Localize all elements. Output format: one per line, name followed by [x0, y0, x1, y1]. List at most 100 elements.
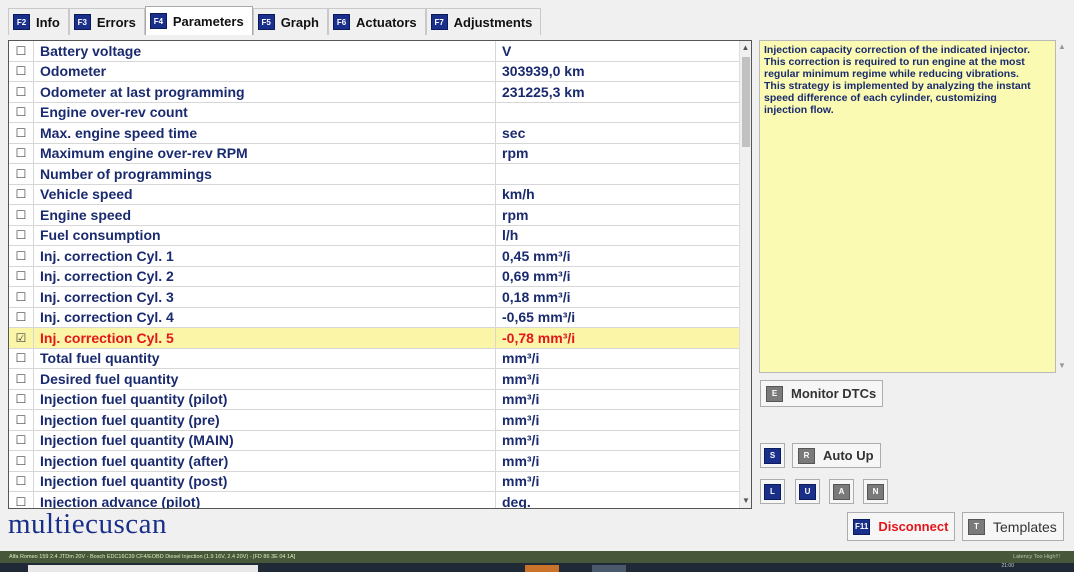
checkbox[interactable]: ☐ [9, 389, 34, 409]
templates-button[interactable]: T Templates [962, 512, 1064, 541]
table-row[interactable]: ☐ Engine speed rpm [9, 205, 740, 226]
table-row[interactable]: ☐ Battery voltage V [9, 41, 740, 62]
parameter-value: V [502, 42, 512, 59]
parameter-value: rpm [502, 206, 529, 223]
a-button[interactable]: A [829, 479, 854, 504]
table-row[interactable]: ☐ Max. engine speed time sec [9, 123, 740, 144]
checkbox[interactable]: ☐ [9, 41, 34, 61]
monitor-dtcs-button[interactable]: E Monitor DTCs [760, 380, 884, 407]
tab-parameters[interactable]: F4 Parameters [144, 6, 253, 35]
parameter-name: Inj. correction Cyl. 5 [34, 328, 496, 348]
checkbox[interactable]: ☐ [9, 348, 34, 368]
scroll-down-icon[interactable]: ▼ [740, 494, 751, 508]
tab-adjustments[interactable]: F7 Adjustments [425, 8, 542, 35]
parameter-value: l/h [502, 227, 519, 244]
checkbox[interactable]: ☐ [9, 287, 34, 307]
u-button[interactable]: U [795, 479, 820, 504]
l-button[interactable]: L [760, 479, 785, 504]
table-row[interactable]: ☐ Desired fuel quantity mm³/i [9, 369, 740, 390]
taskbar-item[interactable] [525, 565, 559, 572]
key-f4-icon: F4 [149, 13, 167, 29]
checkbox[interactable]: ☐ [9, 184, 34, 204]
checkbox[interactable]: ☐ [9, 307, 34, 327]
auto-up-label: Auto Up [823, 448, 874, 463]
parameter-value: mm³/i [502, 452, 540, 469]
desc-scroll-up-icon[interactable]: ▲ [1056, 40, 1068, 54]
checkbox[interactable]: ☐ [9, 205, 34, 225]
taskbar-item[interactable] [28, 565, 258, 572]
table-row[interactable]: ☐ Injection fuel quantity (pilot) mm³/i [9, 389, 740, 410]
parameter-name: Injection fuel quantity (post) [34, 471, 496, 491]
parameter-name: Desired fuel quantity [34, 369, 496, 389]
tab-label: Adjustments [453, 14, 533, 30]
checkbox[interactable]: ☐ [9, 410, 34, 430]
checkbox[interactable]: ☐ [9, 492, 34, 508]
monitor-dtcs-label: Monitor DTCs [791, 386, 877, 401]
parameter-name: Injection advance (pilot) [34, 492, 496, 508]
checkbox[interactable]: ☐ [9, 143, 34, 163]
checkbox-checked[interactable]: ☑ [9, 328, 34, 348]
parameter-value [496, 164, 740, 184]
vehicle-info: Alfa Romeo 159 2.4 JTDm 20V - Bosch EDC1… [9, 554, 296, 560]
checkbox[interactable]: ☐ [9, 451, 34, 471]
table-row[interactable]: ☐ Injection fuel quantity (pre) mm³/i [9, 410, 740, 431]
n-button[interactable]: N [863, 479, 888, 504]
checkbox[interactable]: ☐ [9, 123, 34, 143]
table-row[interactable]: ☐ Odometer 303939,0 km [9, 61, 740, 82]
checkbox[interactable]: ☐ [9, 82, 34, 102]
table-row[interactable]: ☐ Injection fuel quantity (after) mm³/i [9, 451, 740, 472]
table-row[interactable]: ☐ Inj. correction Cyl. 2 0,69 mm³/i [9, 266, 740, 287]
checkbox[interactable]: ☐ [9, 430, 34, 450]
desc-scroll-down-icon[interactable]: ▼ [1056, 359, 1068, 373]
table-row[interactable]: ☑ Inj. correction Cyl. 5 -0,78 mm³/i [9, 328, 740, 349]
tab-errors[interactable]: F3 Errors [68, 8, 145, 35]
key-r-icon: R [798, 447, 815, 464]
key-f5-icon: F5 [257, 14, 275, 30]
table-row[interactable]: ☐ Injection fuel quantity (post) mm³/i [9, 471, 740, 492]
parameter-name: Inj. correction Cyl. 1 [34, 246, 496, 266]
taskbar-item[interactable] [592, 565, 626, 572]
checkbox[interactable]: ☐ [9, 246, 34, 266]
table-row[interactable]: ☐ Inj. correction Cyl. 1 0,45 mm³/i [9, 246, 740, 267]
disconnect-button[interactable]: F11 Disconnect [847, 512, 956, 541]
parameter-value: 0,69 mm³/i [502, 268, 571, 285]
table-row[interactable]: ☐ Number of programmings [9, 164, 740, 185]
scroll-thumb[interactable] [742, 57, 750, 147]
table-scrollbar[interactable]: ▲ ▼ [739, 41, 751, 508]
tab-info[interactable]: F2 Info [8, 8, 69, 35]
parameter-name: Number of programmings [34, 164, 496, 184]
parameter-value: deg. [502, 493, 531, 509]
key-l-icon: L [764, 483, 781, 500]
parameter-name: Injection fuel quantity (after) [34, 451, 496, 471]
key-t-icon: T [968, 518, 985, 535]
auto-up-button[interactable]: R Auto Up [792, 443, 881, 468]
table-row[interactable]: ☐ Vehicle speed km/h [9, 184, 740, 205]
tab-actuators[interactable]: F6 Actuators [327, 8, 426, 35]
table-row[interactable]: ☐ Total fuel quantity mm³/i [9, 348, 740, 369]
checkbox[interactable]: ☐ [9, 102, 34, 122]
checkbox[interactable]: ☐ [9, 164, 34, 184]
checkbox[interactable]: ☐ [9, 369, 34, 389]
parameter-value: 0,18 mm³/i [502, 288, 571, 305]
key-f11-icon: F11 [853, 518, 871, 535]
os-taskbar: 21:00 [0, 563, 1074, 572]
table-row[interactable]: ☐ Inj. correction Cyl. 3 0,18 mm³/i [9, 287, 740, 308]
table-row[interactable]: ☐ Inj. correction Cyl. 4 -0,65 mm³/i [9, 307, 740, 328]
checkbox[interactable]: ☐ [9, 471, 34, 491]
checkbox[interactable]: ☐ [9, 225, 34, 245]
description-scrollbar[interactable]: ▲ ▼ [1056, 40, 1068, 373]
table-row[interactable]: ☐ Engine over-rev count [9, 102, 740, 123]
latency-warning: Latency Too High!!! [1013, 554, 1060, 560]
s-button[interactable]: S [760, 443, 785, 468]
checkbox[interactable]: ☐ [9, 61, 34, 81]
table-row[interactable]: ☐ Injection fuel quantity (MAIN) mm³/i [9, 430, 740, 451]
table-row[interactable]: ☐ Maximum engine over-rev RPM rpm [9, 143, 740, 164]
checkbox[interactable]: ☐ [9, 266, 34, 286]
parameter-name: Injection fuel quantity (pre) [34, 410, 496, 430]
table-row[interactable]: ☐ Injection advance (pilot) deg. [9, 492, 740, 509]
scroll-up-icon[interactable]: ▲ [740, 41, 751, 55]
table-row[interactable]: ☐ Fuel consumption l/h [9, 225, 740, 246]
tab-graph[interactable]: F5 Graph [252, 8, 328, 35]
table-row[interactable]: ☐ Odometer at last programming 231225,3 km [9, 82, 740, 103]
tab-label: Actuators [355, 14, 417, 30]
